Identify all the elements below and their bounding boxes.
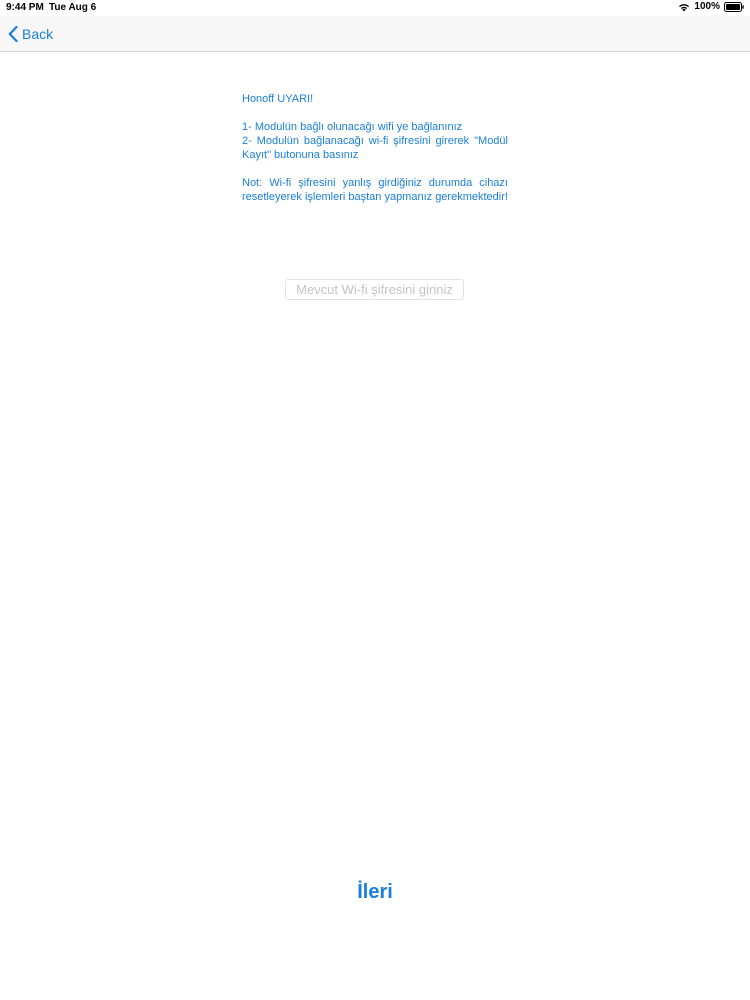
status-indicators: 100%	[678, 1, 744, 12]
warning-note: Not: Wi-fi şifresini yanlış girdiğiniz d…	[242, 177, 508, 203]
warning-title: Honoff UYARI!	[242, 93, 314, 105]
warning-step-2: 2- Modulün bağlanacağı wi-fi şifresini g…	[242, 135, 508, 161]
next-button[interactable]: İleri	[325, 878, 425, 906]
status-time: 9:44 PM	[6, 2, 44, 13]
back-label: Back	[22, 26, 54, 42]
screen: 9:44 PM Tue Aug 6 100% Back Honoff UYARI…	[0, 0, 750, 1000]
navigation-bar: Back	[0, 16, 750, 52]
battery-percent: 100%	[694, 1, 720, 12]
status-bar: 9:44 PM Tue Aug 6 100%	[0, 0, 750, 16]
battery-icon	[724, 1, 744, 12]
warning-step-1: 1- Modulün bağlı olunacağı wifi ye bağla…	[242, 121, 463, 133]
wifi-icon	[679, 3, 690, 11]
back-button[interactable]: Back	[8, 23, 53, 45]
wifi-password-input[interactable]	[285, 279, 464, 300]
chevron-left-icon	[8, 26, 18, 42]
warning-text: Honoff UYARI! 1- Modulün bağlı olunacağı…	[242, 92, 508, 204]
status-date: Tue Aug 6	[49, 2, 97, 13]
